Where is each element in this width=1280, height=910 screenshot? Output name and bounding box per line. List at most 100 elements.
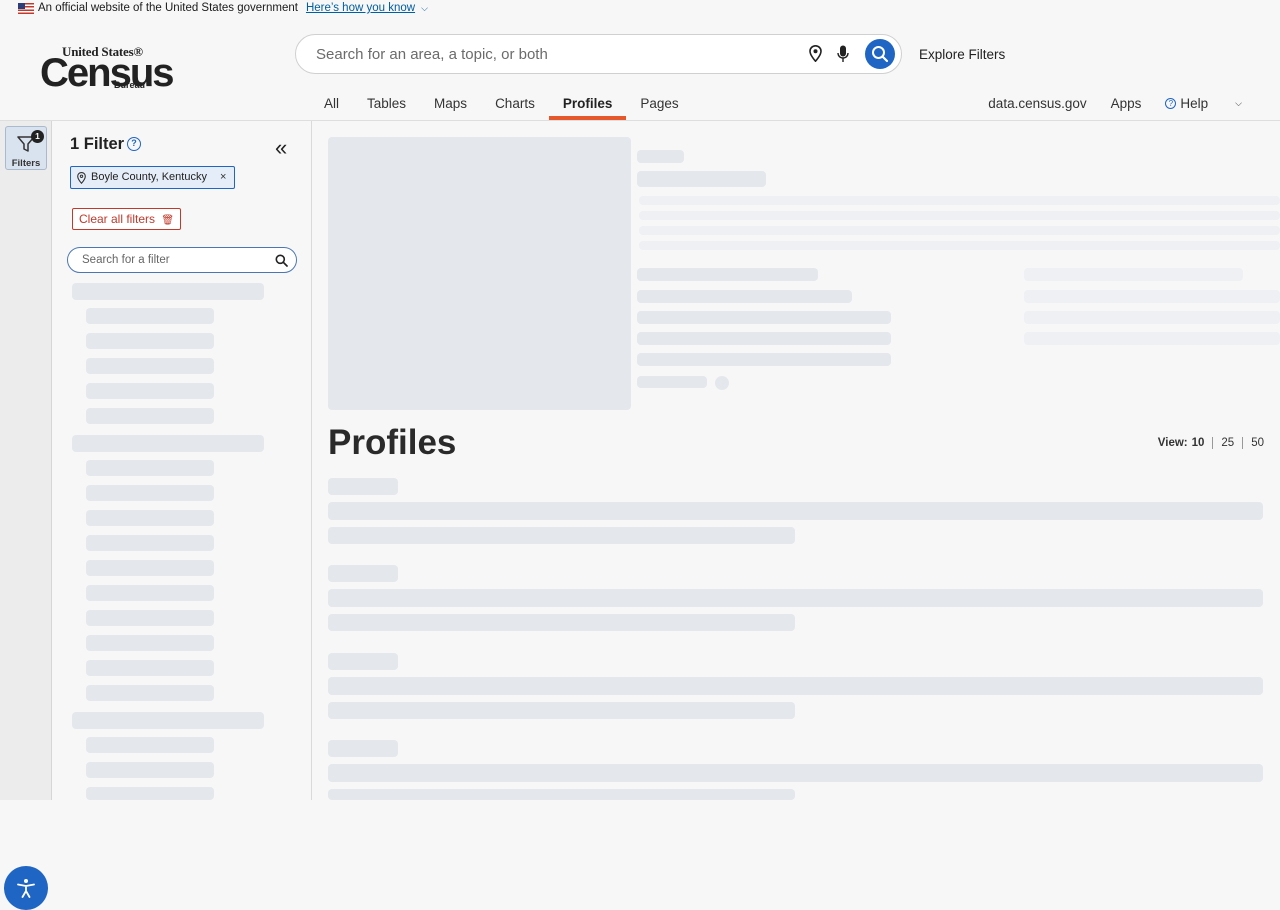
help-label: Help	[1180, 96, 1209, 111]
filters-rail-button[interactable]: 1 Filters	[5, 126, 47, 170]
clear-all-label: Clear all filters	[79, 212, 156, 226]
apps-link[interactable]: Apps	[1111, 96, 1142, 111]
search-bar	[295, 34, 902, 74]
skeleton-bar	[328, 764, 1263, 782]
skeleton-bar	[328, 740, 398, 757]
filter-panel: 1 Filter ? « Boyle County, Kentucky × Cl…	[53, 121, 312, 800]
filters-rail-label: Filters	[11, 158, 41, 169]
skeleton-dot	[715, 376, 729, 390]
divider	[1212, 437, 1214, 449]
skeleton-bar	[86, 610, 214, 626]
filter-chip[interactable]: Boyle County, Kentucky ×	[70, 166, 236, 189]
skeleton-bar	[328, 527, 795, 544]
skeleton-bar	[637, 376, 707, 388]
skeleton-bar	[328, 565, 398, 582]
skeleton-bar	[86, 535, 214, 551]
skeleton-bar	[637, 171, 766, 187]
skeleton-bar	[1024, 268, 1243, 281]
skeleton-bar	[328, 589, 1263, 607]
main-content: Profiles View: 10 25 50	[312, 121, 1280, 800]
filter-help-icon[interactable]: ?	[127, 137, 141, 151]
collapse-panel-icon[interactable]: «	[275, 135, 287, 161]
skeleton-bar	[328, 789, 795, 800]
skeleton-bar	[86, 787, 214, 800]
search-button[interactable]	[865, 39, 895, 69]
skeleton-image	[328, 137, 631, 410]
header-links: data.census.gov Apps ? Help ⌵	[988, 96, 1280, 111]
skeleton-bar	[1024, 311, 1280, 324]
skeleton-bar	[639, 211, 1280, 220]
skeleton-bar	[328, 702, 795, 719]
skeleton-bar	[86, 460, 214, 476]
skeleton-bar	[637, 268, 818, 281]
skeleton-bar	[86, 510, 214, 526]
view-option-10[interactable]: 10	[1192, 437, 1205, 449]
skeleton-bar	[86, 408, 214, 424]
tab-all[interactable]: All	[310, 92, 353, 120]
help-menu[interactable]: ? Help ⌵	[1165, 96, 1266, 111]
skeleton-bar	[637, 332, 891, 345]
skeleton-bar	[1024, 332, 1280, 345]
left-rail: 1 Filters	[0, 121, 52, 910]
skeleton-bar	[637, 290, 852, 303]
skeleton-bar	[86, 737, 214, 753]
skeleton-bar	[86, 358, 214, 374]
search-icon	[872, 46, 889, 63]
us-flag-icon	[18, 2, 34, 14]
skeleton-bar	[637, 311, 891, 324]
skeleton-bar	[86, 560, 214, 576]
tab-tables[interactable]: Tables	[353, 92, 420, 120]
accessibility-button[interactable]	[4, 866, 48, 910]
skeleton-bar	[86, 660, 214, 676]
skeleton-bar	[1024, 290, 1280, 303]
search-input[interactable]	[316, 45, 796, 63]
skeleton-bar	[86, 308, 214, 324]
page-size-selector: View: 10 25 50	[1158, 437, 1264, 449]
chevron-down-icon: ⌵	[1235, 98, 1242, 108]
tab-charts[interactable]: Charts	[481, 92, 549, 120]
skeleton-bar	[328, 614, 795, 631]
filter-panel-title: 1 Filter	[70, 135, 125, 153]
filter-count-badge: 1	[31, 130, 44, 143]
skeleton-bar	[328, 653, 398, 670]
search-icon[interactable]	[275, 254, 288, 267]
filter-chip-label: Boyle County, Kentucky	[91, 171, 207, 183]
skeleton-bar	[86, 762, 214, 778]
skeleton-bar	[637, 353, 891, 366]
tab-maps[interactable]: Maps	[420, 92, 481, 120]
skeleton-bar	[328, 502, 1263, 520]
filter-search-input[interactable]	[82, 254, 262, 266]
explore-filters-link[interactable]: Explore Filters	[919, 47, 1005, 62]
location-pin-icon	[77, 172, 86, 184]
microphone-icon[interactable]	[837, 45, 849, 63]
view-label: View:	[1157, 437, 1188, 449]
census-logo[interactable]: United States® Census Bureau	[40, 44, 174, 95]
remove-filter-icon[interactable]: ×	[220, 171, 226, 183]
result-tabs: All Tables Maps Charts Profiles Pages	[310, 92, 693, 120]
how-you-know-link[interactable]: Here’s how you know	[306, 2, 415, 14]
skeleton-bar	[86, 485, 214, 501]
chevron-down-icon[interactable]: ⌵	[421, 3, 428, 14]
data-census-gov-link[interactable]: data.census.gov	[988, 96, 1086, 111]
skeleton-bar	[86, 383, 214, 399]
skeleton-bar	[86, 685, 214, 701]
skeleton-bar	[72, 435, 264, 452]
skeleton-bar	[328, 478, 398, 495]
gov-banner: An official website of the United States…	[0, 0, 1280, 16]
view-option-50[interactable]: 50	[1251, 437, 1264, 449]
logo-census: Census	[40, 51, 174, 95]
divider	[1242, 437, 1244, 449]
skeleton-bar	[639, 241, 1280, 250]
tab-profiles[interactable]: Profiles	[548, 92, 627, 120]
help-icon: ?	[1165, 98, 1177, 109]
trash-icon: 🗑	[161, 215, 175, 226]
tab-pages[interactable]: Pages	[626, 92, 692, 120]
skeleton-bar	[86, 333, 214, 349]
logo-bureau: Bureau	[114, 80, 146, 90]
accessibility-icon	[17, 879, 35, 898]
clear-all-filters-button[interactable]: Clear all filters 🗑	[72, 208, 182, 230]
skeleton-bar	[637, 150, 684, 163]
view-option-25[interactable]: 25	[1221, 437, 1234, 449]
skeleton-bar	[72, 283, 264, 300]
location-pin-icon[interactable]	[809, 45, 822, 62]
